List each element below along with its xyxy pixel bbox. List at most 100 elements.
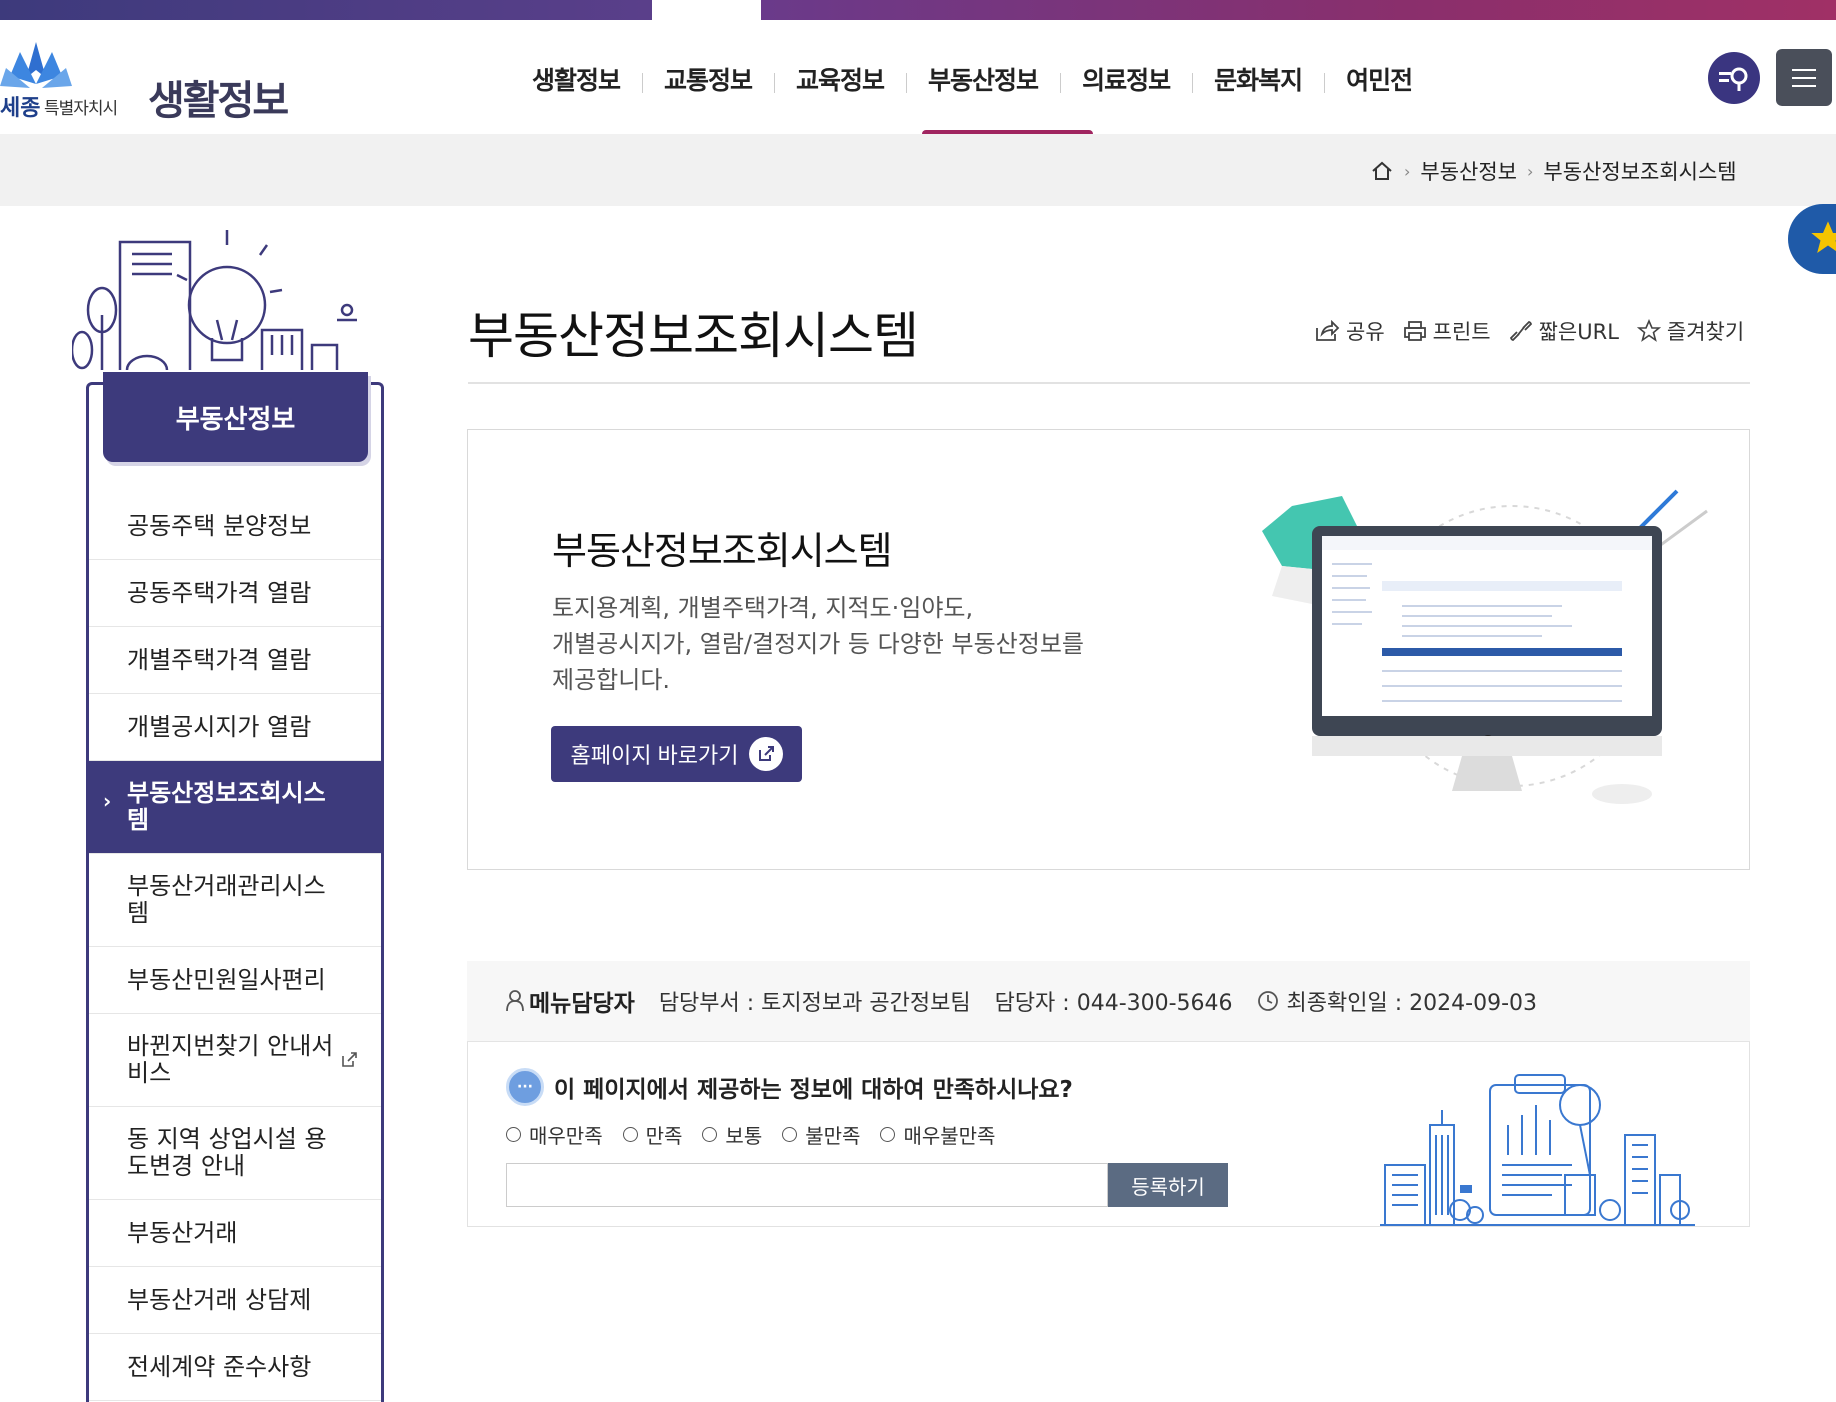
share-label: 공유 — [1346, 320, 1385, 344]
main-nav: 생활정보 교통정보 교육정보 부동산정보 의료정보 문화복지 여민전 — [510, 58, 1434, 108]
sidebar-item-trade-consult[interactable]: 부동산거래 상담제 — [89, 1267, 381, 1334]
nav-item-medical[interactable]: 의료정보 — [1060, 58, 1192, 108]
print-button[interactable]: 프린트 — [1403, 316, 1491, 346]
manager-label-group: 메뉴담당자 — [505, 984, 635, 1018]
person-icon — [506, 990, 524, 1012]
radio-circle[interactable] — [506, 1127, 521, 1142]
sidebar-item-label: 동 지역 상업시설 용도변경 안내 — [127, 1125, 327, 1180]
radio-very-satisfied[interactable]: 매우만족 — [506, 1120, 603, 1149]
menu-icon-line — [1792, 68, 1816, 71]
nav-item-realestate[interactable]: 부동산정보 — [906, 58, 1060, 108]
manager-department: 담당부서 : 토지정보과 공간정보팀 — [658, 991, 971, 1016]
sidebar-item-trade[interactable]: 부동산거래 — [89, 1200, 381, 1267]
sidebar-item-label: 부동산거래관리시스템 — [127, 872, 326, 927]
sejong-logo-icon[interactable] — [0, 38, 72, 98]
breadcrumb-separator: › — [1527, 161, 1534, 181]
radio-very-dissatisfied[interactable]: 매우불만족 — [880, 1120, 995, 1149]
nav-item-traffic[interactable]: 교통정보 — [642, 58, 774, 108]
external-link-icon — [748, 737, 783, 771]
menu-icon-line — [1792, 84, 1816, 87]
share-icon — [1316, 320, 1340, 341]
sidebar-item-civil-service[interactable]: 부동산민원일사편리 — [89, 947, 381, 1014]
sidebar-item-label: 부동산거래 상담제 — [127, 1285, 312, 1314]
radio-circle[interactable] — [880, 1127, 896, 1142]
nav-item-life[interactable]: 생활정보 — [510, 58, 642, 108]
nav-item-education[interactable]: 교육정보 — [774, 58, 906, 108]
radio-label: 불만족 — [805, 1124, 861, 1148]
short-url-label: 짧은URL — [1538, 320, 1619, 344]
chat-bubble-icon: ··· — [506, 1068, 544, 1106]
radio-neutral[interactable]: 보통 — [702, 1120, 762, 1149]
homepage-link-button[interactable]: 홈페이지 바로가기 — [551, 726, 802, 782]
sidebar-item-land-price[interactable]: 개별공시지가 열람 — [89, 694, 381, 761]
sidebar-item-apartment-price[interactable]: 공동주택가격 열람 — [89, 560, 381, 627]
link-icon — [1509, 320, 1532, 342]
menu-icon-line — [1792, 76, 1816, 79]
manager-contact: 담당자 : 044-300-5646 — [994, 991, 1233, 1016]
sidebar-item-commercial-use[interactable]: 동 지역 상업시설 용도변경 안내 — [89, 1107, 381, 1200]
radio-dissatisfied[interactable]: 불만족 — [782, 1120, 860, 1149]
sidebar-item-label: 전세계약 준수사항 — [127, 1352, 312, 1381]
radio-circle[interactable] — [782, 1127, 798, 1142]
breadcrumb-item[interactable]: 부동산정보 — [1420, 156, 1517, 186]
sidebar-item-trade-system[interactable]: 부동산거래관리시스템 — [89, 854, 381, 947]
radio-label: 만족 — [645, 1124, 683, 1148]
survey-question: ··· 이 페이지에서 제공하는 정보에 대하여 만족하시나요? — [506, 1068, 1073, 1106]
printer-icon — [1403, 321, 1426, 341]
last-checked-date: 최종확인일 : 2024-09-03 — [1286, 991, 1537, 1016]
card-description: 토지용계획, 개별주택가격, 지적도·임야도, 개별공시지가, 열람/결정지가 … — [552, 590, 1172, 698]
page-title: 부동산정보조회시스템 — [468, 307, 919, 365]
survey-options: 매우만족 만족 보통 불만족 매우불만족 — [506, 1120, 995, 1149]
logo-title[interactable]: 생활정보 — [148, 68, 289, 126]
radio-circle[interactable] — [702, 1127, 718, 1142]
survey-submit-button[interactable]: 등록하기 — [1108, 1163, 1228, 1207]
home-icon[interactable] — [1370, 159, 1394, 183]
sidebar-title: 부동산정보 — [103, 372, 368, 462]
survey-question-text: 이 페이지에서 제공하는 정보에 대하여 만족하시나요? — [554, 1077, 1073, 1103]
radio-circle[interactable] — [622, 1127, 638, 1142]
monitor-illustration — [1262, 489, 1708, 804]
card-desc-line: 개별공시지가, 열람/결정지가 등 다양한 부동산정보를 — [552, 630, 1084, 658]
card-title: 부동산정보조회시스템 — [552, 529, 893, 573]
sidebar-item-lot-number[interactable]: 바뀐지번찾기 안내서비스 — [89, 1014, 381, 1107]
last-checked-group: 최종확인일 : 2024-09-03 — [1257, 985, 1537, 1017]
card-desc-line: 토지용계획, 개별주택가격, 지적도·임야도, — [552, 594, 974, 622]
short-url-button[interactable]: 짧은URL — [1509, 316, 1619, 346]
sidebar-item-house-price[interactable]: 개별주택가격 열람 — [89, 627, 381, 694]
radio-label: 매우불만족 — [903, 1124, 996, 1148]
sidebar-item-label: 부동산정보조회시스템 — [127, 779, 326, 834]
favorite-button[interactable]: 즐겨찾기 — [1636, 316, 1744, 346]
sidebar-item-label: 개별주택가격 열람 — [127, 645, 312, 674]
radio-satisfied[interactable]: 만족 — [622, 1120, 683, 1149]
menu-manager-bar: 메뉴담당자 담당부서 : 토지정보과 공간정보팀 담당자 : 044-300-5… — [467, 961, 1750, 1042]
card-desc-line: 제공합니다. — [552, 666, 671, 694]
sidebar-item-apartment-sale[interactable]: 공동주택 분양정보 — [89, 493, 381, 560]
clock-icon — [1257, 991, 1278, 1011]
sidebar-item-label: 개별공시지가 열람 — [127, 712, 312, 741]
sidebar-item-realestate-lookup[interactable]: › 부동산정보조회시스템 — [89, 761, 381, 854]
survey-comment-input[interactable] — [506, 1163, 1108, 1207]
sidebar-list: 공동주택 분양정보 공동주택가격 열람 개별주택가격 열람 개별공시지가 열람 … — [89, 493, 381, 1401]
search-icon — [1719, 67, 1748, 91]
nav-item-culture[interactable]: 문화복지 — [1192, 58, 1324, 108]
share-button[interactable]: 공유 — [1314, 316, 1385, 346]
floating-favorite-button[interactable] — [1788, 204, 1836, 274]
sidebar-item-label: 공동주택 분양정보 — [127, 511, 312, 540]
menu-button[interactable] — [1776, 49, 1832, 106]
search-button[interactable] — [1708, 52, 1760, 104]
sidebar-item-lease-rules[interactable]: 전세계약 준수사항 — [89, 1334, 381, 1401]
external-link-icon — [342, 1052, 357, 1067]
logo-sejong: 세종 — [0, 96, 41, 121]
print-label: 프린트 — [1432, 320, 1491, 344]
breadcrumb-item[interactable]: 부동산정보조회시스템 — [1543, 156, 1736, 186]
breadcrumb: › 부동산정보 › 부동산정보조회시스템 — [1370, 156, 1737, 186]
sidebar-item-label: 부동산거래 — [127, 1218, 238, 1247]
sidebar-item-label: 부동산민원일사편리 — [127, 965, 326, 994]
nav-item-yeominjeon[interactable]: 여민전 — [1324, 58, 1434, 108]
radio-label: 보통 — [725, 1124, 763, 1148]
chevron-right-icon: › — [103, 789, 112, 814]
title-divider — [468, 382, 1750, 384]
manager-label: 메뉴담당자 — [529, 991, 635, 1017]
star-outline-icon — [1636, 319, 1661, 342]
radio-label: 매우만족 — [529, 1124, 603, 1148]
